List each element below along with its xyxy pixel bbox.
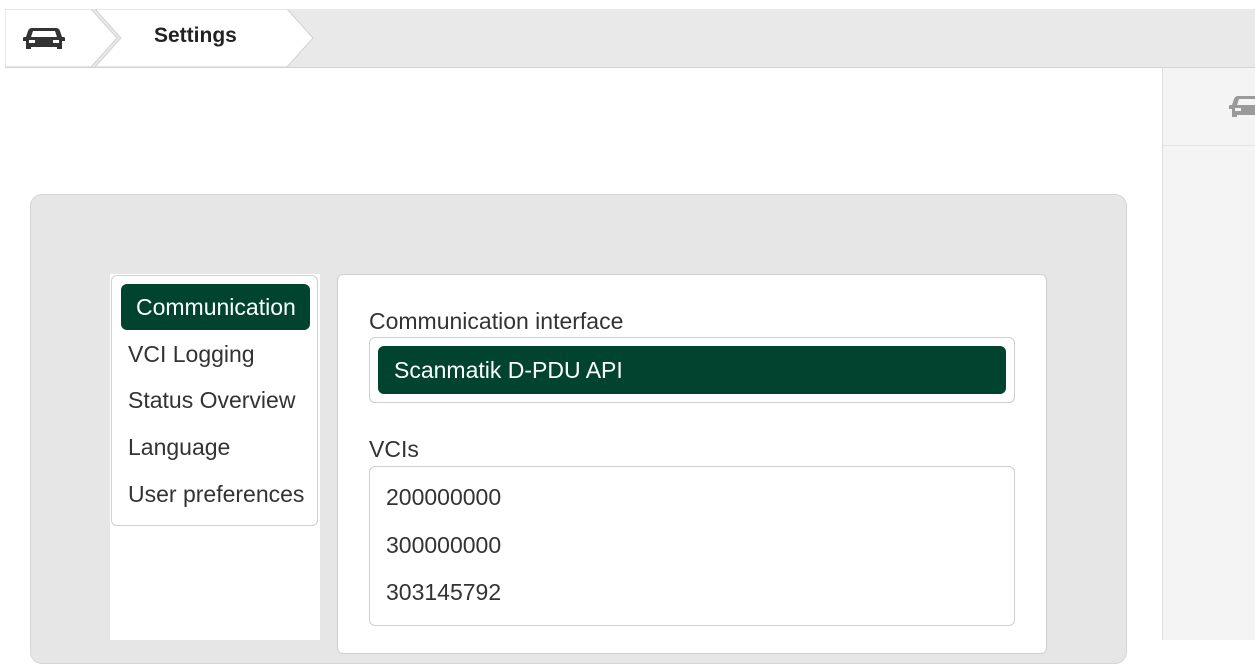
nav-item-vci-logging[interactable]: VCI Logging <box>128 334 255 374</box>
communication-interface-label: Communication interface <box>369 308 624 334</box>
settings-nav: Communication VCI Logging Status Overvie… <box>111 275 318 526</box>
side-panel <box>1162 68 1255 640</box>
nav-item-language[interactable]: Language <box>128 427 230 467</box>
breadcrumb: Settings <box>5 9 1255 68</box>
breadcrumb-settings[interactable]: Settings <box>123 9 283 67</box>
car-icon <box>1229 96 1255 117</box>
communication-interface-list[interactable]: Scanmatik D-PDU API <box>369 337 1015 403</box>
interface-option-selected[interactable]: Scanmatik D-PDU API <box>378 346 1006 394</box>
nav-item-communication[interactable]: Communication <box>121 284 310 330</box>
communication-settings-card: Communication interface Scanmatik D-PDU … <box>337 274 1047 654</box>
home-breadcrumb-button[interactable] <box>5 9 91 67</box>
car-icon <box>23 28 65 49</box>
vci-list[interactable]: 200000000 300000000 303145792 <box>369 466 1015 626</box>
nav-item-status-overview[interactable]: Status Overview <box>128 380 295 420</box>
vci-list-item[interactable]: 303145792 <box>386 572 501 612</box>
vci-list-item[interactable]: 200000000 <box>386 477 501 517</box>
side-panel-header[interactable] <box>1163 68 1255 146</box>
nav-item-user-preferences[interactable]: User preferences <box>128 474 304 514</box>
vci-list-item[interactable]: 300000000 <box>386 525 501 565</box>
vcis-label: VCIs <box>369 436 419 462</box>
